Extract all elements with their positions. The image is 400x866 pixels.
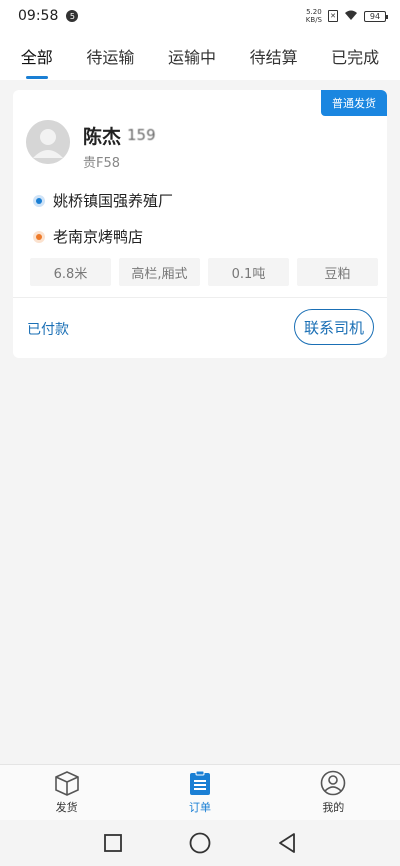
plate-redaction xyxy=(125,150,145,168)
tag-cargo-name: 豆粕 xyxy=(297,258,378,286)
tab-pending-transport[interactable]: 待运输 xyxy=(80,38,140,74)
network-speed-value: 5.20 xyxy=(306,8,322,16)
battery-icon: 94 xyxy=(364,10,388,22)
status-left: 09:58 5 xyxy=(18,8,79,24)
tab-completed[interactable]: 已完成 xyxy=(325,38,385,74)
clipboard-icon xyxy=(186,770,214,796)
status-bar: 09:58 5 5.20 KB/S ✕ 94 xyxy=(0,0,400,32)
destination-address: 老南京烤鸭店 xyxy=(53,228,144,246)
wifi-icon xyxy=(344,10,358,23)
origin-dot-icon xyxy=(33,194,45,207)
box-icon xyxy=(53,770,81,796)
card-divider xyxy=(13,297,387,298)
tab-in-transit[interactable]: 运输中 xyxy=(162,38,222,74)
nav-item-ship[interactable]: 发货 xyxy=(27,770,107,815)
battery-level: 94 xyxy=(369,11,381,21)
default-avatar-icon xyxy=(26,120,70,164)
license-plate: 贵F58 xyxy=(83,156,121,171)
sim-card-icon: ✕ xyxy=(328,10,338,22)
nav-label-mine: 我的 xyxy=(322,801,345,814)
nav-label-orders: 订单 xyxy=(188,801,211,814)
nav-label-ship: 发货 xyxy=(55,801,78,814)
recent-apps-icon[interactable] xyxy=(100,830,126,856)
back-icon[interactable] xyxy=(274,830,300,856)
tag-vehicle-length: 6.8米 xyxy=(30,258,111,286)
driver-avatar xyxy=(26,120,70,164)
network-speed: 5.20 KB/S xyxy=(306,8,322,24)
notification-badge: 5 xyxy=(66,10,79,22)
tab-pending-settlement[interactable]: 待结算 xyxy=(244,38,304,74)
user-icon xyxy=(319,770,347,796)
nav-item-mine[interactable]: 我的 xyxy=(293,770,373,815)
payment-status: 已付款 xyxy=(27,322,69,338)
clock: 09:58 xyxy=(18,8,59,24)
ship-type-badge: 普通发货 xyxy=(321,90,387,116)
order-card[interactable]: 普通发货 陈杰 159 贵F58 姚桥镇国强养殖厂 老南京烤鸭店 6.8米 高栏… xyxy=(13,90,387,358)
order-status-tabs: 全部 待运输 运输中 待结算 已完成 xyxy=(0,32,400,80)
driver-phone: 159 xyxy=(127,126,156,144)
bottom-nav: 发货 订单 我的 xyxy=(0,764,400,820)
tab-all[interactable]: 全部 xyxy=(15,38,59,74)
route-origin: 姚桥镇国强养殖厂 xyxy=(33,190,173,211)
system-navigation-bar xyxy=(0,820,400,866)
tag-weight: 0.1吨 xyxy=(208,258,289,286)
origin-address: 姚桥镇国强养殖厂 xyxy=(53,192,174,210)
tag-vehicle-type: 高栏,厢式 xyxy=(119,258,200,286)
driver-name: 陈杰 xyxy=(83,126,122,148)
network-speed-unit: KB/S xyxy=(305,16,322,24)
nav-item-orders[interactable]: 订单 xyxy=(160,770,240,815)
home-icon[interactable] xyxy=(187,830,213,856)
destination-dot-icon xyxy=(33,230,45,243)
contact-driver-button[interactable]: 联系司机 xyxy=(294,309,374,345)
phone-redaction xyxy=(159,126,177,144)
route-destination: 老南京烤鸭店 xyxy=(33,226,143,247)
status-right: 5.20 KB/S ✕ 94 xyxy=(306,8,388,24)
cargo-tags: 6.8米 高栏,厢式 0.1吨 豆粕 xyxy=(30,258,378,286)
